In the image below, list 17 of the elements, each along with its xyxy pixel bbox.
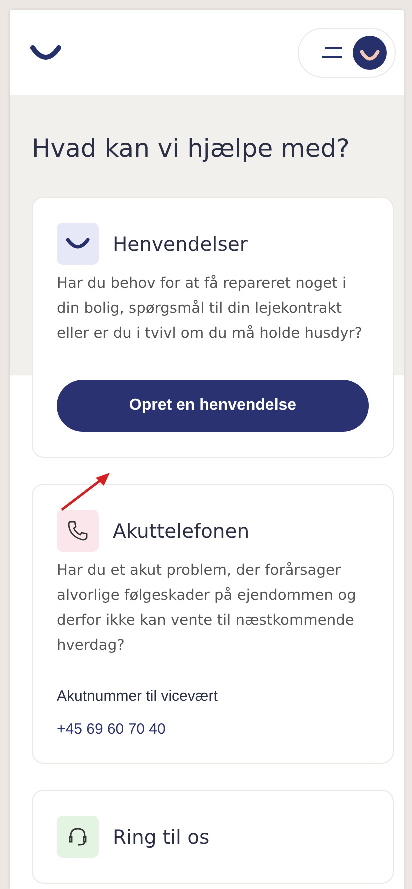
annotation-arrow <box>60 470 112 512</box>
card-description: Har du et akut problem, der forårsager alvorlige følgeskader på ejendommen og derfor ikke kan vente til næstkommende hverdag? <box>57 561 358 656</box>
avatar-icon <box>353 36 387 70</box>
smile-icon <box>57 223 99 265</box>
phone-number-link[interactable]: +45 69 60 70 40 <box>57 721 369 738</box>
phone-icon <box>57 510 99 552</box>
card-title: Ring til os <box>113 826 210 848</box>
card-title: Henvendelser <box>113 232 248 256</box>
contact-label: Akutnummer til vicevært <box>57 688 219 705</box>
create-request-button[interactable]: Opret en henvendelse <box>57 380 369 432</box>
card-description: Har du behov for at få repareret noget i din bolig, spørgsmål til din lejekontrakt eller er du i tvivl om du må holde husdyr? <box>57 274 364 344</box>
logo-icon[interactable] <box>30 44 62 60</box>
card-title: Akuttelefonen <box>113 520 250 542</box>
page-heading: Hvad kan vi hjælpe med? <box>32 134 351 163</box>
headset-icon <box>57 816 99 858</box>
menu-button[interactable] <box>298 28 396 78</box>
menu-icon <box>321 46 343 58</box>
